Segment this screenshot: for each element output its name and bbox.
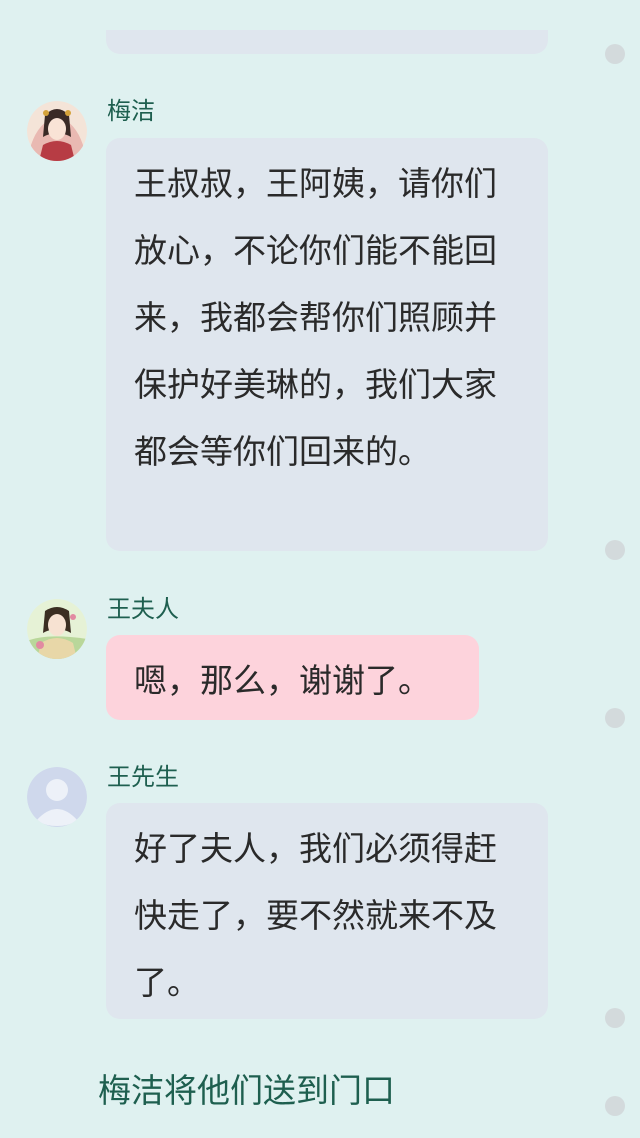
sender-name: 梅洁 — [107, 97, 155, 125]
avatar-meijie[interactable] — [27, 101, 87, 161]
sender-name: 王夫人 — [107, 595, 179, 623]
sender-name: 王先生 — [107, 763, 179, 791]
message-bubble[interactable]: 王叔叔，王阿姨，请你们放心，不论你们能不能回来，我都会帮你们照顾并保护好美琳的，… — [106, 138, 548, 551]
message-text: 王叔叔，王阿姨，请你们放心，不论你们能不能回来，我都会帮你们照顾并保护好美琳的，… — [134, 164, 497, 471]
lady-with-flower-avatar-icon — [27, 599, 87, 659]
previous-message-bubble — [106, 30, 548, 54]
message-option-dot-icon[interactable] — [605, 1096, 625, 1116]
message-option-dot-icon[interactable] — [605, 540, 625, 560]
default-user-avatar-icon — [27, 767, 87, 827]
narration-text: 梅洁将他们送到门口 — [98, 1071, 395, 1110]
ancient-woman-avatar-icon — [27, 101, 87, 161]
message-bubble[interactable]: 好了夫人，我们必须得赶快走了，要不然就来不及了。 — [106, 803, 548, 1019]
message-text: 好了夫人，我们必须得赶快走了，要不然就来不及了。 — [134, 829, 497, 1002]
avatar-wang-xiansheng[interactable] — [27, 767, 87, 827]
message-option-dot-icon[interactable] — [605, 44, 625, 64]
message-option-dot-icon[interactable] — [605, 708, 625, 728]
message-bubble[interactable]: 嗯，那么，谢谢了。 — [106, 635, 479, 720]
avatar-wang-furen[interactable] — [27, 599, 87, 659]
message-option-dot-icon[interactable] — [605, 1008, 625, 1028]
message-text: 嗯，那么，谢谢了。 — [134, 661, 431, 700]
